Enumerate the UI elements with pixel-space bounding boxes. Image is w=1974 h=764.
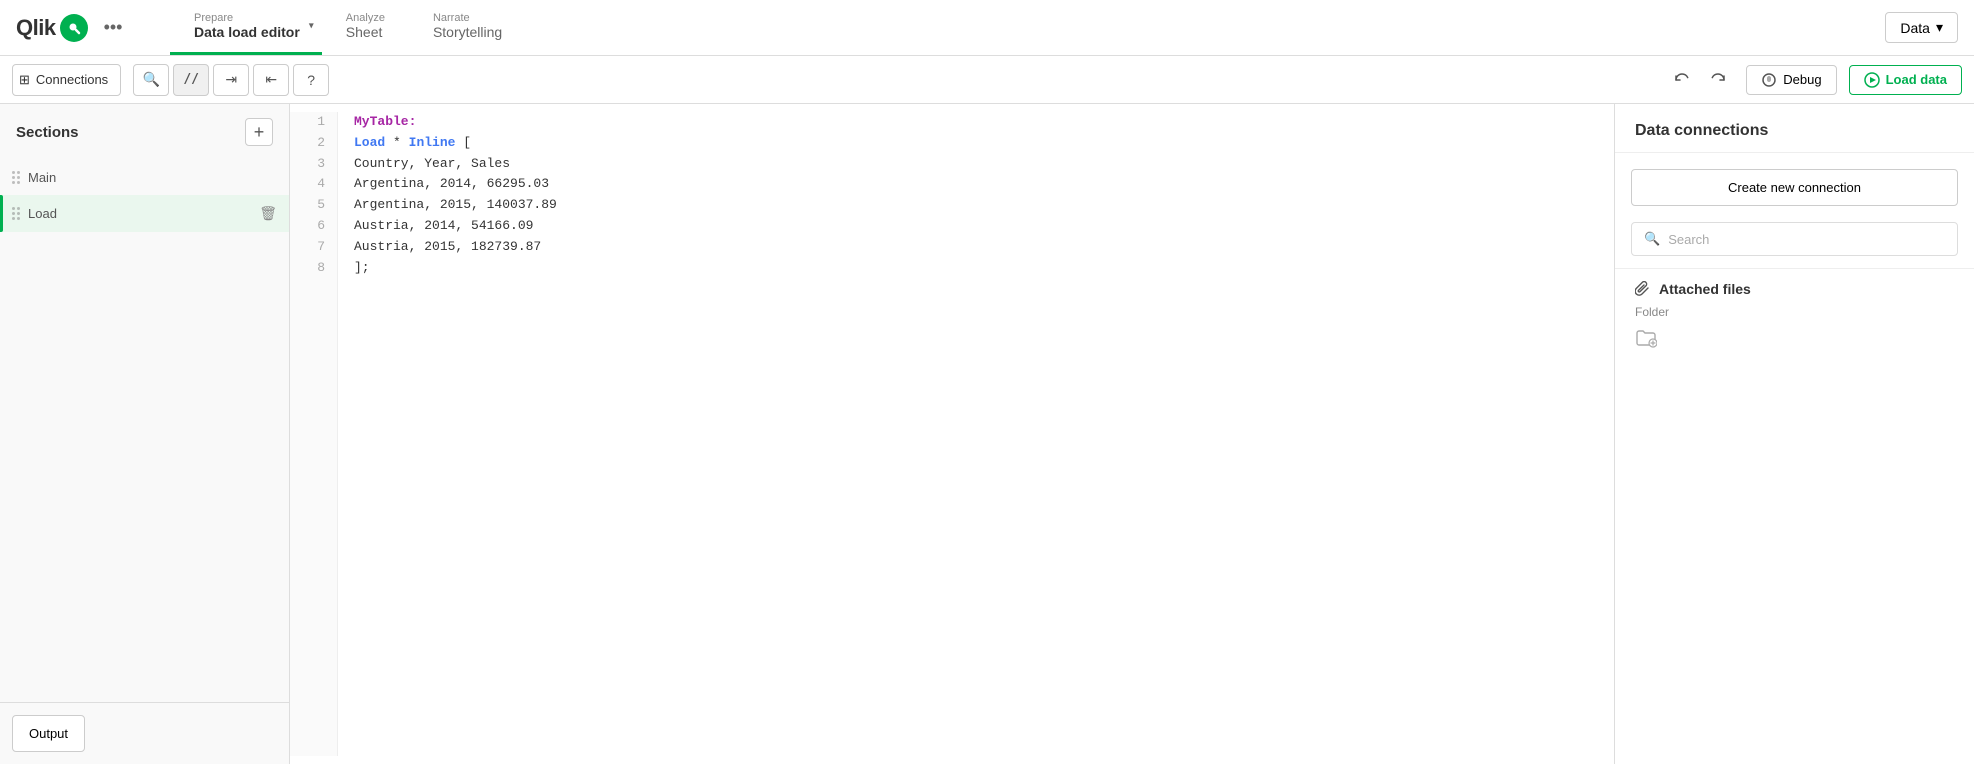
right-panel: Data connections Create new connection 🔍… <box>1614 104 1974 764</box>
nav-tabs: Prepare Data load editor ▾ Analyze Sheet… <box>170 0 526 55</box>
sections-title: Sections <box>16 124 79 141</box>
tab-prepare-sub: Prepare <box>194 12 300 24</box>
sidebar-item-load[interactable]: Load 🗑 <box>0 195 289 232</box>
top-nav: Qlik ••• Prepare Data load editor ▾ Anal… <box>0 0 1974 56</box>
outdent-btn[interactable]: ⇤ <box>253 64 289 96</box>
line-num-1: 1 <box>302 112 325 133</box>
comment-btn[interactable]: // <box>173 64 209 96</box>
code-editor[interactable]: 1 2 3 4 5 6 7 8 MyTable: Load * Inline [… <box>290 104 1614 764</box>
drag-handle-main <box>12 171 20 184</box>
code-line-2: Load * Inline [ <box>354 133 1598 154</box>
code-line-7: Austria, 2015, 182739.87 <box>354 237 1598 258</box>
code-line-3: Country, Year, Sales <box>354 154 1598 175</box>
undo-redo <box>1666 64 1734 96</box>
drag-handle-load <box>12 207 20 220</box>
load-data-btn[interactable]: Load data <box>1849 65 1962 95</box>
search-placeholder: Search <box>1668 232 1709 247</box>
tab-analyze-sub: Analyze <box>346 12 385 24</box>
folder-label: Folder <box>1635 305 1954 319</box>
toolbar: ⊞ Connections 🔍 // ⇥ ⇤ ? Debug Load data <box>0 56 1974 104</box>
tab-prepare-arrow: ▾ <box>309 21 314 32</box>
line-num-7: 7 <box>302 237 325 258</box>
sidebar-item-load-label: Load <box>28 206 251 221</box>
folder-icon[interactable] <box>1635 327 1657 354</box>
connections-btn[interactable]: ⊞ Connections <box>12 64 121 96</box>
tab-prepare[interactable]: Prepare Data load editor ▾ <box>170 0 322 55</box>
code-line-4: Argentina, 2014, 66295.03 <box>354 174 1598 195</box>
logo-area: Qlik ••• <box>0 13 170 42</box>
sidebar-item-main-label: Main <box>28 170 277 185</box>
line-num-5: 5 <box>302 195 325 216</box>
data-connections-title: Data connections <box>1615 104 1974 153</box>
line-num-4: 4 <box>302 174 325 195</box>
search-icon: 🔍 <box>1644 231 1660 247</box>
help-icon: ? <box>307 72 315 88</box>
attached-files-section: Attached files Folder <box>1615 268 1974 362</box>
tab-narrate[interactable]: Narrate Storytelling <box>409 0 526 55</box>
attached-files-header: Attached files <box>1635 281 1954 297</box>
search-btn[interactable]: 🔍 <box>133 64 169 96</box>
undo-btn[interactable] <box>1666 64 1698 96</box>
editor-area[interactable]: 1 2 3 4 5 6 7 8 MyTable: Load * Inline [… <box>290 104 1614 764</box>
add-section-btn[interactable]: + <box>245 118 273 146</box>
code-content[interactable]: MyTable: Load * Inline [ Country, Year, … <box>338 112 1614 756</box>
indent-btn[interactable]: ⇥ <box>213 64 249 96</box>
code-line-1: MyTable: <box>354 112 1598 133</box>
delete-section-icon[interactable]: 🗑 <box>259 205 277 222</box>
tab-analyze[interactable]: Analyze Sheet <box>322 0 409 55</box>
help-btn[interactable]: ? <box>293 64 329 96</box>
outdent-icon: ⇤ <box>265 71 277 88</box>
qlik-logo: Qlik <box>16 14 88 42</box>
tab-narrate-sub: Narrate <box>433 12 502 24</box>
comment-icon: // <box>183 72 199 87</box>
line-numbers: 1 2 3 4 5 6 7 8 <box>290 112 338 756</box>
indent-icon: ⇥ <box>225 71 237 88</box>
data-button[interactable]: Data ▾ <box>1885 12 1958 43</box>
tab-prepare-main: Data load editor <box>194 24 300 40</box>
line-num-3: 3 <box>302 154 325 175</box>
paperclip-icon <box>1635 281 1651 297</box>
data-button-label: Data <box>1900 20 1930 36</box>
toolbar-right: Debug Load data <box>1666 64 1962 96</box>
line-num-6: 6 <box>302 216 325 237</box>
code-line-8: ]; <box>354 258 1598 279</box>
sidebar-header: Sections + <box>0 104 289 160</box>
data-button-arrow: ▾ <box>1936 19 1943 36</box>
connections-label: Connections <box>36 72 108 87</box>
attached-files-label: Attached files <box>1659 281 1751 297</box>
folder-icon-area <box>1635 327 1954 354</box>
tab-analyze-main: Sheet <box>346 24 385 40</box>
load-data-label: Load data <box>1886 72 1947 87</box>
search-icon: 🔍 <box>142 71 159 88</box>
nav-right: Data ▾ <box>1885 12 1974 43</box>
grid-icon: ⊞ <box>19 72 30 88</box>
sidebar-footer: Output <box>0 702 289 764</box>
qlik-icon <box>60 14 88 42</box>
debug-btn[interactable]: Debug <box>1746 65 1836 95</box>
code-line-5: Argentina, 2015, 140037.89 <box>354 195 1598 216</box>
qlik-text: Qlik <box>16 15 56 41</box>
create-connection-btn[interactable]: Create new connection <box>1631 169 1958 206</box>
code-line-6: Austria, 2014, 54166.09 <box>354 216 1598 237</box>
line-num-2: 2 <box>302 133 325 154</box>
line-num-8: 8 <box>302 258 325 279</box>
sidebar: Sections + Main Load 🗑 Output <box>0 104 290 764</box>
search-box[interactable]: 🔍 Search <box>1631 222 1958 256</box>
active-indicator <box>0 195 3 232</box>
sidebar-item-main[interactable]: Main <box>0 160 289 195</box>
main-layout: Sections + Main Load 🗑 Output <box>0 104 1974 764</box>
redo-btn[interactable] <box>1702 64 1734 96</box>
tab-narrate-main: Storytelling <box>433 24 502 40</box>
output-btn[interactable]: Output <box>12 715 85 752</box>
more-menu-btn[interactable]: ••• <box>96 13 131 42</box>
debug-label: Debug <box>1783 72 1821 87</box>
